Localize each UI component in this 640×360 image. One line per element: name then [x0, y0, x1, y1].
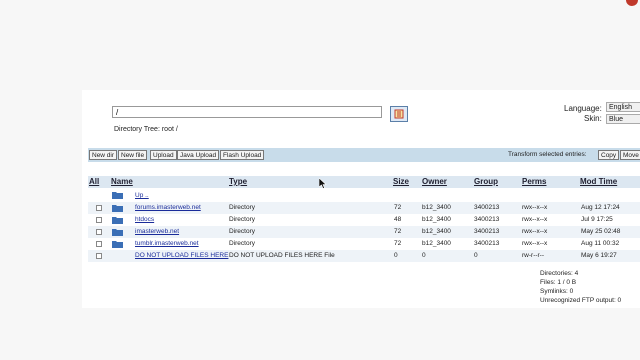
table-row: imasterweb.net Directory 72 b12_3400 340… [88, 226, 640, 238]
entry-size: 0 [394, 252, 398, 259]
entry-name-link[interactable]: htdocs [135, 216, 154, 223]
new-dir-button[interactable]: New dir [89, 150, 118, 160]
skin-label: Skin: [584, 114, 602, 123]
folder-icon [112, 217, 123, 224]
entry-name-link[interactable]: tumblr.imasterweb.net [135, 240, 199, 247]
entry-modtime: May 6 19:27 [581, 252, 617, 259]
entry-perms: rw-r--r-- [522, 252, 545, 259]
summary-unrecognized: Unrecognized FTP output: 0 [540, 297, 622, 304]
folder-up-icon [112, 192, 123, 199]
upload-button[interactable]: Upload [150, 150, 177, 160]
col-type[interactable]: Type [229, 177, 247, 186]
folder-icon [112, 241, 123, 248]
row-checkbox[interactable] [96, 253, 102, 259]
up-row: Up .. [88, 190, 640, 202]
up-link[interactable]: Up .. [135, 192, 149, 199]
summary-files: Files: 1 / 0 B [540, 279, 577, 286]
table-row: htdocs Directory 48 b12_3400 3400213 rwx… [88, 214, 640, 226]
entry-type: Directory [229, 240, 256, 247]
entry-name-link[interactable]: imasterweb.net [135, 228, 179, 235]
entry-modtime: May 25 02:48 [581, 228, 621, 235]
col-modtime[interactable]: Mod Time [580, 177, 617, 186]
summary-symlinks: Symlinks: 0 [540, 288, 574, 295]
java-upload-button[interactable]: Java Upload [177, 150, 220, 160]
entry-group: 0 [474, 252, 478, 259]
copy-button[interactable]: Copy [598, 150, 620, 160]
row-checkbox[interactable] [96, 217, 102, 223]
entry-group: 3400213 [474, 240, 500, 247]
col-group[interactable]: Group [474, 177, 498, 186]
entry-perms: rwx--x--x [522, 228, 548, 235]
col-all[interactable]: All [89, 177, 99, 186]
entry-owner: b12_3400 [422, 240, 451, 247]
entry-group: 3400213 [474, 204, 500, 211]
entry-perms: rwx--x--x [522, 216, 548, 223]
corner-badge [626, 0, 638, 6]
browse-button[interactable] [390, 106, 408, 122]
path-input[interactable] [112, 106, 382, 118]
flash-upload-button[interactable]: Flash Upload [220, 150, 265, 160]
row-checkbox[interactable] [96, 241, 102, 247]
skin-select[interactable]: Blue [606, 114, 640, 124]
table-row: DO NOT UPLOAD FILES HERE DO NOT UPLOAD F… [88, 250, 640, 262]
row-checkbox[interactable] [96, 205, 102, 211]
table-row: forums.imasterweb.net Directory 72 b12_3… [88, 202, 640, 214]
col-perms[interactable]: Perms [522, 177, 546, 186]
language-select[interactable]: English [606, 102, 640, 112]
row-checkbox[interactable] [96, 229, 102, 235]
table-header [88, 176, 640, 188]
entry-owner: b12_3400 [422, 216, 451, 223]
mouse-cursor-icon [319, 178, 327, 189]
entry-owner: b12_3400 [422, 204, 451, 211]
entry-group: 3400213 [474, 228, 500, 235]
entry-perms: rwx--x--x [522, 240, 548, 247]
entry-size: 48 [394, 216, 402, 223]
move-button[interactable]: Move [620, 150, 640, 160]
entry-modtime: Jul 9 17:25 [581, 216, 613, 223]
entry-owner: b12_3400 [422, 228, 451, 235]
col-size[interactable]: Size [393, 177, 409, 186]
entry-name-link[interactable]: forums.imasterweb.net [135, 204, 201, 211]
table-row: tumblr.imasterweb.net Directory 72 b12_3… [88, 238, 640, 250]
entry-modtime: Aug 12 17:24 [581, 204, 620, 211]
entry-size: 72 [394, 228, 402, 235]
language-label: Language: [564, 104, 602, 113]
new-file-button[interactable]: New file [118, 150, 148, 160]
transform-label: Transform selected entries: [508, 151, 587, 158]
entry-owner: 0 [422, 252, 426, 259]
folder-icon [112, 205, 123, 212]
entry-name-link[interactable]: DO NOT UPLOAD FILES HERE [135, 252, 228, 259]
folder-tree-icon [394, 109, 404, 119]
entry-type: DO NOT UPLOAD FILES HERE File [229, 252, 335, 259]
folder-icon [112, 229, 123, 236]
entry-modtime: Aug 11 00:32 [581, 240, 620, 247]
directory-tree: Directory Tree: root / [114, 126, 178, 133]
col-owner[interactable]: Owner [422, 177, 447, 186]
entry-type: Directory [229, 216, 256, 223]
entry-group: 3400213 [474, 216, 500, 223]
summary-directories: Directories: 4 [540, 270, 579, 277]
col-name[interactable]: Name [111, 177, 133, 186]
entry-size: 72 [394, 240, 402, 247]
entry-type: Directory [229, 204, 256, 211]
entry-perms: rwx--x--x [522, 204, 548, 211]
entry-type: Directory [229, 228, 256, 235]
entry-size: 72 [394, 204, 402, 211]
